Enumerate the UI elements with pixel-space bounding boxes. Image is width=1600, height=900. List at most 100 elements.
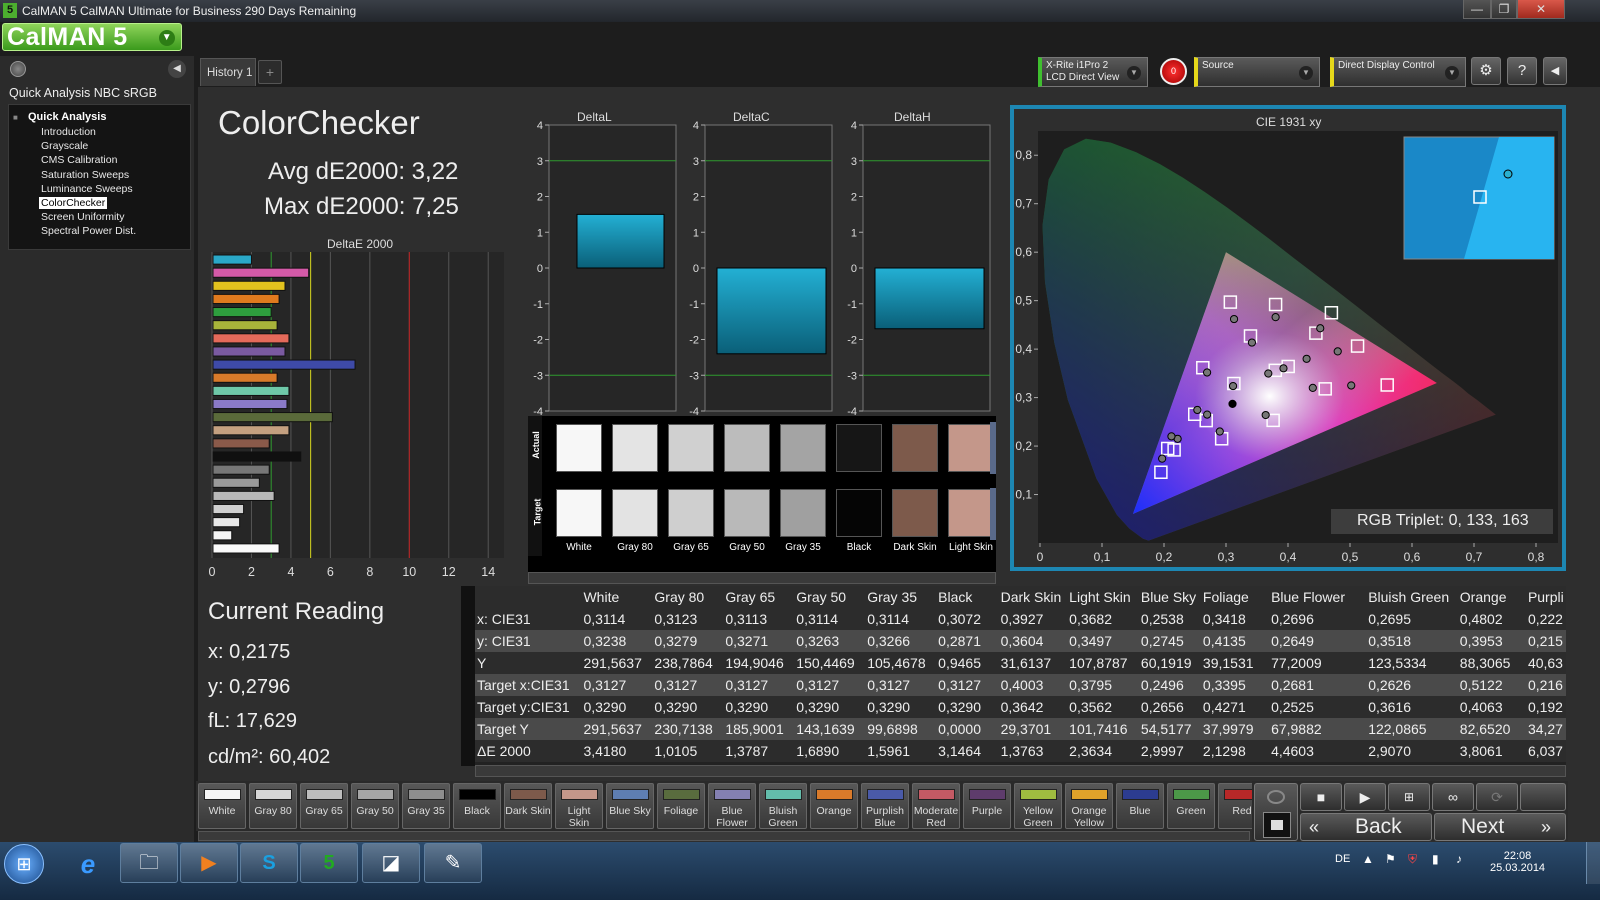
color-button[interactable]: Dark Skin (504, 783, 552, 829)
file-explorer-icon[interactable]: 🗀 (120, 843, 178, 883)
stop-control[interactable] (1254, 783, 1298, 841)
color-button[interactable]: Purple (963, 783, 1011, 829)
sidebar-item[interactable]: ColorChecker (39, 197, 108, 209)
sidebar-item[interactable]: Grayscale (41, 140, 88, 152)
tree-root[interactable]: Quick Analysis (28, 111, 106, 123)
meter-selector[interactable]: X-Rite i1Pro 2 LCD Direct View ▼ (1038, 57, 1148, 87)
color-button[interactable]: Blue Sky (606, 783, 654, 829)
button-bar-scrollbar[interactable] (198, 831, 1250, 841)
sidebar-item[interactable]: Saturation Sweeps (41, 169, 129, 181)
minimize-button[interactable]: — (1463, 0, 1491, 19)
add-tab-button[interactable]: + (258, 60, 282, 84)
color-button[interactable]: Foliage (657, 783, 705, 829)
color-button[interactable]: Gray 50 (351, 783, 399, 829)
volume-icon[interactable]: ♪ (1456, 852, 1462, 866)
back-button[interactable]: « Back (1300, 813, 1432, 841)
language-indicator[interactable]: DE (1335, 853, 1350, 865)
column-header[interactable]: Dark Skin (998, 586, 1068, 608)
collapse-right-icon[interactable]: ◀ (1543, 57, 1567, 85)
color-button[interactable]: Bluish Green (759, 783, 807, 829)
read-once-icon[interactable]: ⊞ (1388, 783, 1430, 811)
skype-icon[interactable]: S (240, 843, 298, 883)
collapse-panel-icon[interactable]: ◀ (168, 60, 186, 78)
column-header[interactable]: Gray 35 (865, 586, 937, 608)
display-selector[interactable]: Direct Display Control ▼ (1330, 57, 1466, 87)
stop-icon[interactable]: ■ (1300, 783, 1342, 811)
network-icon[interactable]: ▮ (1432, 852, 1439, 866)
next-button[interactable]: Next » (1434, 813, 1566, 841)
column-header[interactable]: Black (936, 586, 999, 608)
color-button[interactable]: Black (453, 783, 501, 829)
color-button[interactable]: Yellow Green (1014, 783, 1062, 829)
chevron-down-icon[interactable]: ▼ (1299, 66, 1313, 80)
sidebar-item[interactable]: CMS Calibration (41, 154, 117, 166)
source-selector[interactable]: Source ▼ (1194, 57, 1320, 87)
color-chip (510, 789, 547, 800)
swatch-scrollbar[interactable] (528, 572, 996, 584)
color-button[interactable]: Moderate Red (912, 783, 960, 829)
help-icon[interactable]: ? (1507, 57, 1537, 85)
calman-logo[interactable]: CalMAN 5 ▼ (2, 23, 182, 51)
media-player-icon[interactable]: ▶ (180, 843, 238, 883)
column-header[interactable]: Purpli (1525, 586, 1566, 608)
options-icon[interactable] (1520, 783, 1566, 811)
color-button[interactable]: Gray 65 (300, 783, 348, 829)
sidebar-item[interactable]: Introduction (41, 126, 96, 138)
flag-icon[interactable]: ⚑ (1385, 852, 1396, 866)
record-button[interactable]: 0 (1160, 58, 1187, 85)
color-button[interactable]: Purplish Blue (861, 783, 909, 829)
column-header[interactable]: White (581, 586, 653, 608)
column-header[interactable]: Bluish Green (1366, 586, 1458, 608)
shield-icon[interactable]: ⛨ (1408, 852, 1417, 867)
column-header[interactable] (475, 586, 582, 608)
tab-history-1[interactable]: History 1 (200, 58, 256, 86)
continuous-icon[interactable]: ∞ (1432, 783, 1474, 811)
cie-chart-frame[interactable]: CIE 1931 xy 0 0,1 0,2 0,3 0,4 0,5 0,6 0,… (1010, 105, 1566, 571)
actual-axis-label: Actual (530, 431, 541, 459)
sidebar-item[interactable]: Screen Uniformity (41, 211, 124, 223)
app-window-icon[interactable]: ◪ (362, 843, 420, 883)
start-button-icon[interactable]: ⊞ (4, 844, 44, 884)
color-button[interactable]: Blue Flower (708, 783, 756, 829)
sidebar-item[interactable]: Luminance Sweeps (41, 183, 133, 195)
table-cell: 0,3290 (723, 696, 795, 718)
clock[interactable]: 22:08 25.03.2014 (1490, 850, 1545, 874)
column-header[interactable]: Gray 80 (652, 586, 724, 608)
workflow-options-icon[interactable] (10, 61, 26, 77)
column-header[interactable]: Blue Flower (1269, 586, 1367, 608)
color-button[interactable]: Gray 35 (402, 783, 450, 829)
chevron-down-icon[interactable]: ▼ (1127, 66, 1141, 80)
chevron-down-icon[interactable]: ▼ (159, 30, 175, 46)
column-header[interactable]: Blue Sky (1138, 586, 1201, 608)
color-button[interactable]: Orange (810, 783, 858, 829)
actual-point (1228, 381, 1238, 391)
color-button[interactable]: White (198, 783, 246, 829)
restore-button[interactable]: ❐ (1491, 0, 1517, 19)
column-header[interactable]: Foliage (1200, 586, 1270, 608)
color-button[interactable]: Orange Yellow (1065, 783, 1113, 829)
sidebar-item[interactable]: Spectral Power Dist. (41, 225, 136, 237)
internet-explorer-icon[interactable]: e (60, 846, 116, 882)
column-header[interactable]: Orange (1457, 586, 1526, 608)
column-header[interactable]: Gray 50 (794, 586, 866, 608)
color-button-label: Orange Yellow (1071, 805, 1107, 829)
show-hidden-icons-icon[interactable]: ▲ (1362, 852, 1374, 866)
chevron-down-icon[interactable]: ▼ (1445, 66, 1459, 80)
table-scrollbar[interactable] (475, 765, 1566, 777)
column-header[interactable]: Gray 65 (723, 586, 795, 608)
show-desktop-button[interactable] (1586, 842, 1600, 884)
refresh-icon[interactable]: ⟳ (1476, 783, 1518, 811)
color-button-label: Light Skin (567, 805, 591, 829)
deltae-bar (212, 333, 290, 344)
column-header[interactable]: Light Skin (1067, 586, 1139, 608)
close-button[interactable]: ✕ (1517, 0, 1565, 19)
calman-taskbar-icon[interactable]: 5 (300, 843, 358, 883)
color-button[interactable]: Blue (1116, 783, 1164, 829)
play-icon[interactable]: ▶ (1344, 783, 1386, 811)
paint-icon[interactable]: ✎ (424, 843, 482, 883)
color-button[interactable]: Light Skin (555, 783, 603, 829)
color-button[interactable]: Green (1167, 783, 1215, 829)
delta-tick-label: 2 (537, 192, 543, 204)
settings-gear-icon[interactable]: ⚙ (1471, 57, 1501, 85)
color-button[interactable]: Gray 80 (249, 783, 297, 829)
